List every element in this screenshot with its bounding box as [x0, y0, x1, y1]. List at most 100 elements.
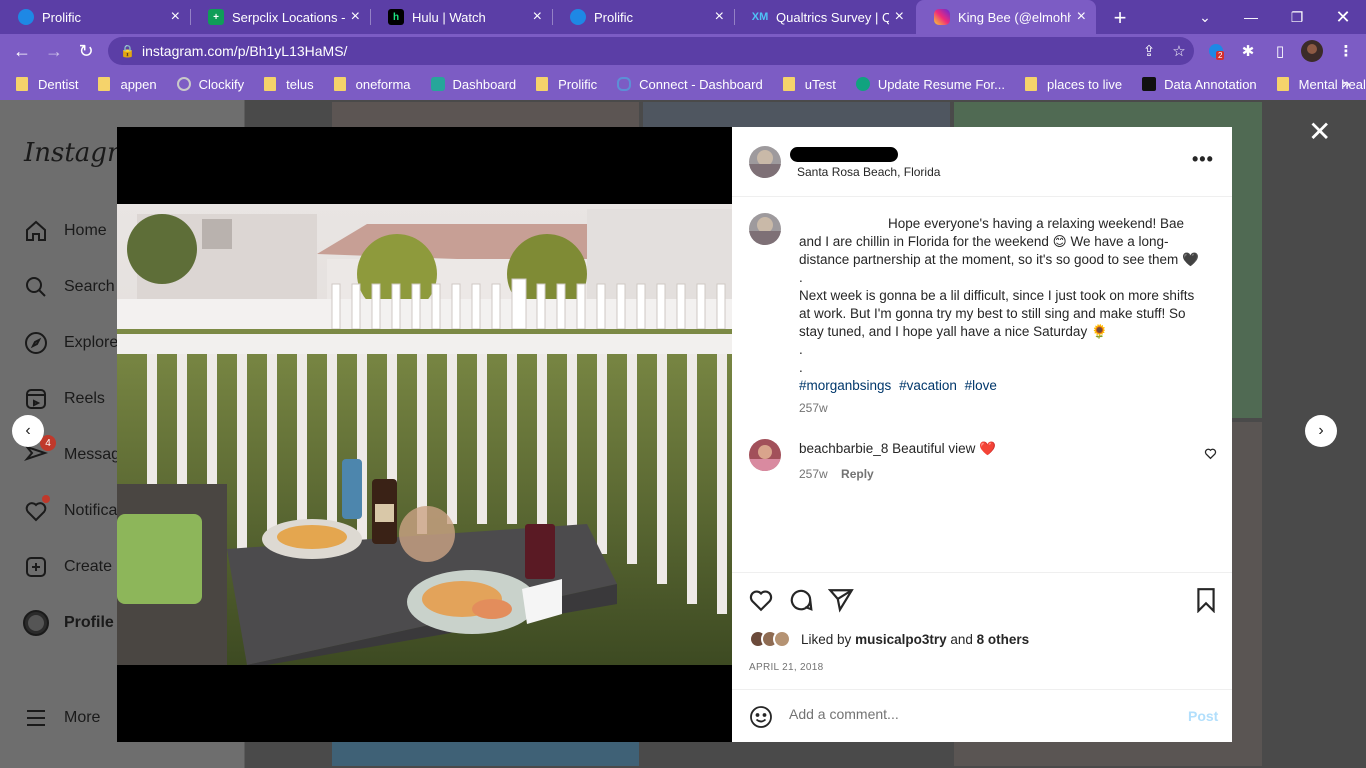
comment-icon[interactable] — [788, 587, 814, 613]
bookmark-star-icon[interactable]: ☆ — [1164, 42, 1194, 60]
hashtag-link[interactable]: #vacation — [899, 378, 957, 393]
save-bookmark-icon[interactable] — [1193, 587, 1219, 614]
close-tab-icon[interactable]: × — [533, 9, 542, 25]
post-media[interactable] — [117, 127, 732, 742]
tab-title: Qualtrics Survey | Qua — [776, 9, 889, 25]
grid-post-thumbnail[interactable] — [330, 100, 641, 130]
tab-strip: Prolific × + Serpclix Locations - Go × h… — [0, 0, 1366, 34]
sidebar-item-more[interactable]: More — [22, 704, 100, 732]
bookmarks-overflow-icon[interactable]: » — [1342, 75, 1350, 91]
share-icon[interactable]: ⇪ — [1134, 42, 1164, 60]
post-comment-button[interactable]: Post — [1188, 708, 1218, 724]
close-tab-icon[interactable]: × — [351, 9, 360, 25]
bookmark-item[interactable]: Dashboard — [430, 77, 516, 92]
tab-instagram-active[interactable]: King Bee (@elmohhm × — [916, 0, 1096, 34]
sidebar-item-home[interactable]: Home — [22, 217, 107, 245]
browser-toolbar: ← → ↻ 🔒 instagram.com/p/Bh1yL13HaMS/ ⇪ ☆… — [0, 34, 1366, 68]
comment-timestamp[interactable]: 257w — [799, 467, 828, 481]
comment-input[interactable] — [789, 706, 1169, 722]
reply-button[interactable]: Reply — [841, 467, 874, 481]
comment-username[interactable]: beachbarbie_8 — [799, 441, 888, 456]
extensions-puzzle-icon[interactable]: ✱ — [1236, 39, 1260, 63]
previous-post-button[interactable]: ‹ — [12, 415, 44, 447]
sidebar-item-search[interactable]: Search — [22, 273, 115, 301]
close-tab-icon[interactable]: × — [1077, 9, 1086, 25]
comment-meta: 257w Reply — [799, 467, 874, 481]
tab-search-icon[interactable]: ⌄ — [1182, 0, 1228, 34]
hashtag-link[interactable]: #love — [965, 378, 997, 393]
grid-post-thumbnail[interactable] — [641, 100, 952, 130]
post-detail-panel: Santa Rosa Beach, Florida ••• Hope every… — [732, 127, 1232, 742]
share-icon[interactable] — [827, 587, 854, 613]
like-comment-icon[interactable] — [1204, 447, 1217, 465]
close-tab-icon[interactable]: × — [171, 9, 180, 25]
folder-icon — [536, 77, 549, 91]
reload-icon[interactable]: ↻ — [74, 39, 98, 63]
compass-icon — [22, 329, 50, 357]
close-window-button[interactable]: ✕ — [1320, 0, 1366, 34]
bookmark-item[interactable]: oneforma — [333, 77, 411, 92]
author-avatar[interactable] — [749, 146, 781, 178]
sidebar-item-create[interactable]: Create — [22, 553, 112, 581]
bookmark-item[interactable]: Prolific — [536, 77, 597, 92]
address-bar[interactable]: 🔒 instagram.com/p/Bh1yL13HaMS/ ⇪ ☆ — [108, 37, 1194, 65]
post-date[interactable]: APRIL 21, 2018 — [749, 662, 823, 673]
bookmark-item[interactable]: Clockify — [176, 77, 244, 92]
bookmark-item[interactable]: appen — [98, 77, 157, 92]
restore-button[interactable]: ❐ — [1274, 0, 1320, 34]
tab-prolific-1[interactable]: Prolific × — [0, 0, 190, 34]
prolific-icon — [570, 9, 586, 25]
bookmark-item[interactable]: uTest — [782, 77, 836, 92]
sidebar-item-explore[interactable]: Explore — [22, 329, 118, 357]
extension-icon[interactable]: 2 — [1204, 39, 1228, 63]
sidebar-item-reels[interactable]: Reels — [22, 385, 105, 413]
bookmark-item[interactable]: Data Annotation — [1142, 77, 1257, 92]
more-options-icon[interactable]: ••• — [1192, 149, 1214, 170]
menu-kebab-icon[interactable]: ⋮ — [1334, 39, 1358, 63]
comment: beachbarbie_8 Beautiful view ❤️ — [799, 441, 996, 457]
profile-avatar[interactable] — [1300, 39, 1324, 63]
bookmarks-bar: Dentist appen Clockify telus oneforma Da… — [0, 68, 1366, 100]
dashboard-icon — [430, 77, 445, 91]
bookmark-item[interactable]: Mental health — [1276, 77, 1366, 92]
hulu-icon: h — [388, 9, 404, 25]
bookmark-item[interactable]: Dentist — [16, 77, 78, 92]
search-icon — [22, 273, 50, 301]
qualtrics-icon: XM — [751, 11, 769, 23]
close-tab-icon[interactable]: × — [895, 9, 904, 25]
minimize-button[interactable]: — — [1228, 0, 1274, 34]
tab-serpclix[interactable]: + Serpclix Locations - Go × — [190, 0, 370, 34]
sheets-icon: + — [208, 9, 224, 25]
tab-hulu[interactable]: h Hulu | Watch × — [370, 0, 552, 34]
tab-title: Serpclix Locations - Go — [232, 9, 345, 25]
folder-icon — [264, 77, 277, 91]
next-post-button[interactable]: › — [1305, 415, 1337, 447]
tab-prolific-2[interactable]: Prolific × — [552, 0, 734, 34]
bookmark-item[interactable]: telus — [264, 77, 314, 92]
close-modal-icon[interactable]: ✕ — [1308, 118, 1331, 146]
caption-author-avatar[interactable] — [749, 213, 781, 245]
hamburger-icon — [22, 704, 50, 732]
bookmark-item[interactable]: places to live — [1024, 77, 1122, 92]
forward-arrow-icon[interactable]: → — [42, 39, 66, 63]
liker-username[interactable]: musicalpo3try — [855, 632, 947, 647]
tab-qualtrics[interactable]: XM Qualtrics Survey | Qua × — [734, 0, 914, 34]
post-location[interactable]: Santa Rosa Beach, Florida — [797, 165, 940, 179]
emoji-icon[interactable] — [749, 705, 773, 729]
sidebar-item-profile[interactable]: Profile — [22, 609, 114, 637]
grid-post-thumbnail[interactable] — [330, 740, 641, 768]
like-icon[interactable] — [748, 587, 774, 613]
bookmark-item[interactable]: Connect - Dashboard — [617, 77, 763, 92]
commenter-avatar[interactable] — [749, 439, 781, 471]
hashtag-link[interactable]: #morganbsings — [799, 378, 891, 393]
bookmark-item[interactable]: Update Resume For... — [855, 77, 1005, 92]
post-caption: Hope everyone's having a relaxing weeken… — [799, 215, 1204, 395]
post-actions: Liked by musicalpo3try and 8 others APRI… — [732, 572, 1232, 689]
new-tab-button[interactable]: + — [1108, 5, 1132, 31]
caption-line: Hope everyone's having a relaxing weeken… — [799, 216, 1199, 285]
others-link[interactable]: 8 others — [977, 632, 1030, 647]
side-panel-icon[interactable]: ▯ — [1268, 39, 1292, 63]
close-tab-icon[interactable]: × — [715, 9, 724, 25]
back-arrow-icon[interactable]: ← — [10, 39, 34, 63]
caption-timestamp[interactable]: 257w — [799, 401, 828, 415]
